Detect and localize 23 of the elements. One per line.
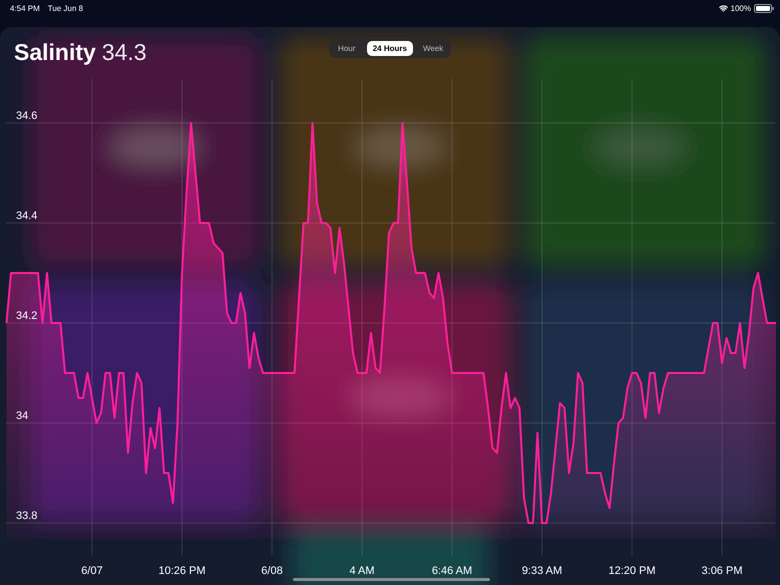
x-axis-label: 3:06 PM xyxy=(702,565,742,577)
y-axis-label: 33.8 xyxy=(16,510,38,522)
status-date: Tue Jun 8 xyxy=(48,4,84,12)
range-tab[interactable]: Hour xyxy=(330,40,363,56)
status-time: 4:54 PM xyxy=(10,4,40,12)
x-axis-label: 12:20 PM xyxy=(608,565,656,577)
y-axis-label: 34.2 xyxy=(16,310,38,322)
home-indicator[interactable] xyxy=(293,578,490,581)
x-axis-label: 6/08 xyxy=(261,565,283,577)
x-axis-label: 6:46 AM xyxy=(432,565,472,577)
range-tab[interactable]: Week xyxy=(416,40,450,56)
battery-icon xyxy=(754,4,774,12)
chart-title: Salinity 34.3 xyxy=(14,38,148,66)
range-tab[interactable]: 24 Hours xyxy=(366,40,413,56)
y-axis-label: 34 xyxy=(16,410,28,422)
y-axis-label: 34.6 xyxy=(16,110,38,122)
x-axis-label: 10:26 PM xyxy=(158,565,206,577)
x-axis-label: 4 AM xyxy=(349,565,375,577)
x-axis-label: 9:33 AM xyxy=(522,565,562,577)
battery-percent: 100% xyxy=(730,4,751,12)
y-axis-label: 34.4 xyxy=(16,210,38,222)
x-axis-label: 6/07 xyxy=(81,565,103,577)
wifi-icon xyxy=(718,4,728,12)
